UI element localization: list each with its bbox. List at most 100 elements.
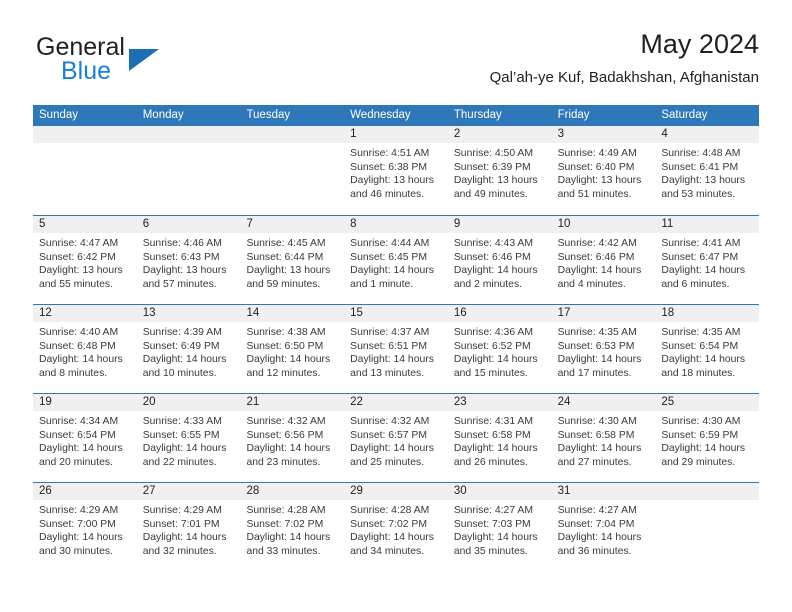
day-sun-info: Sunrise: 4:43 AM Sunset: 6:46 PM Daylight:… bbox=[448, 233, 552, 291]
calendar-day-cell[interactable]: 20 Sunrise: 4:33 AM Sunset: 6:55 PM Dayligh… bbox=[136, 394, 241, 482]
day-number-band: 21 bbox=[240, 394, 345, 411]
calendar-day-cell[interactable]: 2 Sunrise: 4:50 AM Sunset: 6:39 PM Daylight… bbox=[447, 126, 552, 215]
calendar-page: General Blue May 2024 Qal’ah-ye Kuf, Bad… bbox=[0, 0, 792, 612]
day-number-band: 12 bbox=[33, 305, 137, 322]
sunset-text: Sunset: 6:46 PM bbox=[453, 251, 531, 263]
day-sun-info: Sunrise: 4:35 AM Sunset: 6:53 PM Daylight:… bbox=[552, 322, 656, 380]
calendar-day-cell[interactable]: 19 Sunrise: 4:34 AM Sunset: 6:54 PM Dayligh… bbox=[33, 394, 137, 482]
daylight-text-line2: and 27 minutes. bbox=[557, 456, 632, 468]
calendar-day-cell[interactable]: 18 Sunrise: 4:35 AM Sunset: 6:54 PM Dayligh… bbox=[655, 305, 760, 393]
general-blue-logo[interactable]: General Blue bbox=[33, 33, 243, 93]
calendar-day-cell[interactable]: 24 Sunrise: 4:30 AM Sunset: 6:58 PM Dayligh… bbox=[551, 394, 656, 482]
day-number-band: 26 bbox=[33, 483, 137, 500]
calendar-day-cell[interactable]: 10 Sunrise: 4:42 AM Sunset: 6:46 PM Dayligh… bbox=[551, 216, 656, 304]
calendar-day-cell[interactable]: 3 Sunrise: 4:49 AM Sunset: 6:40 PM Daylight… bbox=[551, 126, 656, 215]
sunrise-text: Sunrise: 4:33 AM bbox=[142, 416, 222, 427]
day-sun-info: Sunrise: 4:49 AM Sunset: 6:40 PM Daylight:… bbox=[552, 143, 656, 201]
calendar-day-cell[interactable]: 17 Sunrise: 4:35 AM Sunset: 6:53 PM Dayligh… bbox=[551, 305, 656, 393]
sunset-text: Sunset: 6:39 PM bbox=[453, 161, 531, 173]
calendar-day-cell[interactable]: 8 Sunrise: 4:44 AM Sunset: 6:45 PM Daylight… bbox=[344, 216, 448, 304]
calendar-day-cell[interactable]: 21 Sunrise: 4:32 AM Sunset: 6:56 PM Dayligh… bbox=[240, 394, 345, 482]
day-sun-info: Sunrise: 4:33 AM Sunset: 6:55 PM Daylight:… bbox=[137, 411, 241, 469]
day-sun-info: Sunrise: 4:30 AM Sunset: 6:59 PM Daylight:… bbox=[655, 411, 759, 469]
calendar-day-cell[interactable]: 22 Sunrise: 4:32 AM Sunset: 6:57 PM Dayligh… bbox=[344, 394, 448, 482]
daylight-text-line2: and 29 minutes. bbox=[661, 456, 736, 468]
daylight-text-line2: and 49 minutes. bbox=[453, 188, 528, 200]
day-sun-info: Sunrise: 4:48 AM Sunset: 6:41 PM Daylight:… bbox=[655, 143, 759, 201]
calendar-day-cell[interactable]: 6 Sunrise: 4:46 AM Sunset: 6:43 PM Daylight… bbox=[136, 216, 241, 304]
day-number-band: 5 bbox=[33, 216, 137, 233]
day-number-band: 15 bbox=[344, 305, 448, 322]
calendar-day-cell[interactable]: 13 Sunrise: 4:39 AM Sunset: 6:49 PM Dayligh… bbox=[136, 305, 241, 393]
calendar-day-cell[interactable]: 7 Sunrise: 4:45 AM Sunset: 6:44 PM Daylight… bbox=[240, 216, 345, 304]
day-sun-info: Sunrise: 4:32 AM Sunset: 6:56 PM Daylight:… bbox=[240, 411, 344, 469]
daylight-text-line1: Daylight: 14 hours bbox=[39, 354, 123, 366]
sunset-text: Sunset: 6:49 PM bbox=[142, 340, 220, 352]
calendar-week-row: 19 Sunrise: 4:34 AM Sunset: 6:54 PM Dayligh… bbox=[33, 393, 760, 482]
daylight-text-line2: and 17 minutes. bbox=[557, 367, 632, 379]
calendar-day-cell[interactable]: 28 Sunrise: 4:28 AM Sunset: 7:02 PM Dayligh… bbox=[240, 483, 345, 571]
weekday-header-sunday: Sunday bbox=[39, 109, 79, 121]
sunrise-text: Sunrise: 4:43 AM bbox=[453, 238, 534, 249]
daylight-text-line1: Daylight: 14 hours bbox=[39, 532, 123, 544]
calendar-day-cell[interactable]: 5 Sunrise: 4:47 AM Sunset: 6:42 PM Daylight… bbox=[33, 216, 137, 304]
calendar-day-cell[interactable]: 15 Sunrise: 4:37 AM Sunset: 6:51 PM Dayligh… bbox=[344, 305, 448, 393]
day-number-band: 31 bbox=[551, 483, 656, 500]
title-block: May 2024 Qal’ah-ye Kuf, Badakhshan, Afgh… bbox=[490, 27, 759, 89]
daylight-text-line2: and 32 minutes. bbox=[142, 545, 217, 557]
sunrise-text: Sunrise: 4:50 AM bbox=[453, 148, 534, 159]
daylight-text-line2: and 53 minutes. bbox=[661, 188, 736, 200]
weekday-header-thursday: Thursday bbox=[453, 109, 502, 121]
daylight-text-line1: Daylight: 14 hours bbox=[453, 265, 538, 277]
day-number: 18 bbox=[661, 307, 675, 319]
calendar-day-cell[interactable]: 11 Sunrise: 4:41 AM Sunset: 6:47 PM Dayligh… bbox=[655, 216, 760, 304]
day-number: 25 bbox=[661, 396, 675, 408]
sunset-text: Sunset: 7:02 PM bbox=[246, 518, 324, 530]
sunset-text: Sunset: 7:04 PM bbox=[557, 518, 635, 530]
sunset-text: Sunset: 6:45 PM bbox=[350, 251, 427, 263]
calendar-weeks: 1 Sunrise: 4:51 AM Sunset: 6:38 PM Daylight… bbox=[33, 126, 760, 571]
daylight-text-line2: and 13 minutes. bbox=[350, 367, 425, 379]
day-sun-info: Sunrise: 4:27 AM Sunset: 7:04 PM Daylight:… bbox=[552, 500, 656, 558]
calendar-day-cell[interactable]: 14 Sunrise: 4:38 AM Sunset: 6:50 PM Dayligh… bbox=[240, 305, 345, 393]
sunset-text: Sunset: 6:53 PM bbox=[557, 340, 635, 352]
day-number: 13 bbox=[142, 307, 156, 319]
sunrise-text: Sunrise: 4:32 AM bbox=[350, 416, 430, 427]
day-sun-info: Sunrise: 4:29 AM Sunset: 7:00 PM Daylight:… bbox=[33, 500, 137, 558]
weekday-header-monday: Monday bbox=[142, 109, 184, 121]
day-number: 31 bbox=[557, 485, 571, 497]
day-sun-info: Sunrise: 4:42 AM Sunset: 6:46 PM Daylight:… bbox=[552, 233, 656, 291]
day-number-band: 14 bbox=[240, 305, 345, 322]
daylight-text-line1: Daylight: 14 hours bbox=[453, 443, 538, 455]
calendar-day-cell[interactable]: 31 Sunrise: 4:27 AM Sunset: 7:04 PM Dayligh… bbox=[551, 483, 656, 571]
day-number-band: 17 bbox=[551, 305, 656, 322]
calendar-day-cell[interactable]: 30 Sunrise: 4:27 AM Sunset: 7:03 PM Dayligh… bbox=[447, 483, 552, 571]
calendar-day-cell[interactable]: 9 Sunrise: 4:43 AM Sunset: 6:46 PM Daylight… bbox=[447, 216, 552, 304]
day-number-band: 16 bbox=[447, 305, 552, 322]
day-number: 3 bbox=[557, 128, 564, 140]
daylight-text-line1: Daylight: 14 hours bbox=[246, 443, 331, 455]
calendar-day-cell[interactable]: 1 Sunrise: 4:51 AM Sunset: 6:38 PM Daylight… bbox=[344, 126, 448, 215]
daylight-text-line2: and 4 minutes. bbox=[557, 278, 626, 290]
calendar-day-cell[interactable]: 29 Sunrise: 4:28 AM Sunset: 7:02 PM Dayligh… bbox=[344, 483, 448, 571]
day-number: 16 bbox=[453, 307, 467, 319]
calendar-day-cell[interactable]: 12 Sunrise: 4:40 AM Sunset: 6:48 PM Dayligh… bbox=[33, 305, 137, 393]
daylight-text-line1: Daylight: 13 hours bbox=[557, 175, 642, 187]
daylight-text-line1: Daylight: 14 hours bbox=[142, 443, 227, 455]
weekday-header-friday: Friday bbox=[557, 109, 590, 121]
calendar-day-cell[interactable]: 26 Sunrise: 4:29 AM Sunset: 7:00 PM Dayligh… bbox=[33, 483, 137, 571]
day-number: 11 bbox=[661, 218, 674, 230]
sunrise-text: Sunrise: 4:29 AM bbox=[39, 505, 119, 516]
day-number: 12 bbox=[39, 307, 52, 319]
calendar-day-cell[interactable]: 23 Sunrise: 4:31 AM Sunset: 6:58 PM Dayligh… bbox=[447, 394, 552, 482]
day-number: 28 bbox=[246, 485, 260, 497]
sunrise-text: Sunrise: 4:41 AM bbox=[661, 238, 741, 249]
day-number: 5 bbox=[39, 218, 46, 230]
calendar-day-cell[interactable]: 4 Sunrise: 4:48 AM Sunset: 6:41 PM Daylight… bbox=[655, 126, 760, 215]
calendar-week-row: 5 Sunrise: 4:47 AM Sunset: 6:42 PM Daylight… bbox=[33, 215, 760, 304]
daylight-text-line1: Daylight: 14 hours bbox=[557, 265, 642, 277]
calendar-day-cell[interactable]: 25 Sunrise: 4:30 AM Sunset: 6:59 PM Dayligh… bbox=[655, 394, 760, 482]
calendar-day-cell[interactable]: 16 Sunrise: 4:36 AM Sunset: 6:52 PM Dayligh… bbox=[447, 305, 552, 393]
calendar-day-cell[interactable]: 27 Sunrise: 4:29 AM Sunset: 7:01 PM Dayligh… bbox=[136, 483, 241, 571]
daylight-text-line1: Daylight: 14 hours bbox=[350, 354, 434, 366]
